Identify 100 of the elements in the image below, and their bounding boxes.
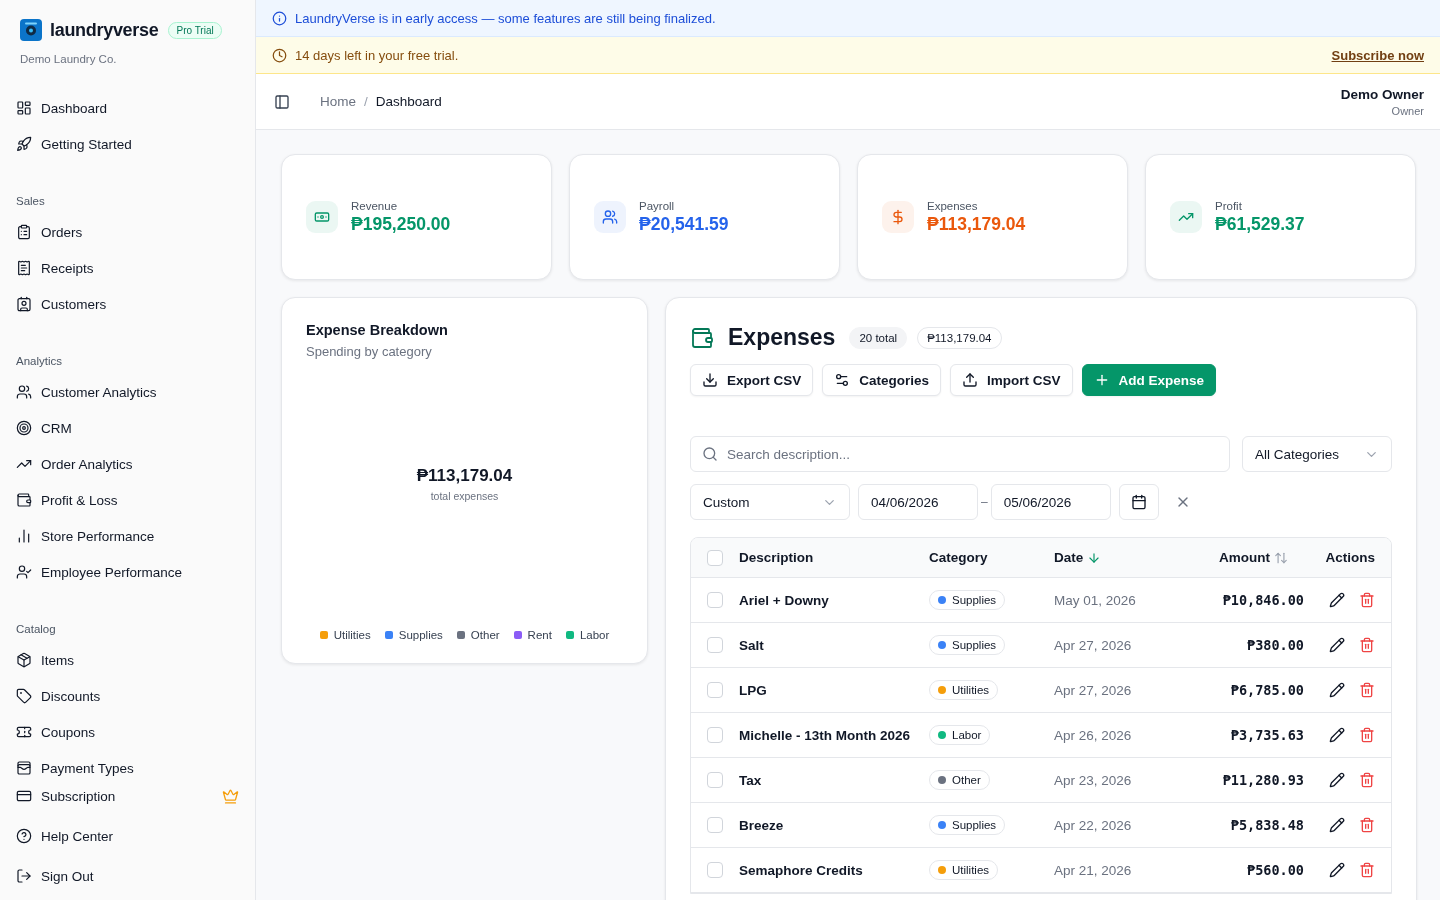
breadcrumb-link[interactable]: Home — [320, 94, 356, 109]
trash-icon — [1359, 772, 1375, 788]
download-icon — [702, 372, 718, 388]
checkbox[interactable] — [707, 549, 723, 566]
tag-icon — [16, 688, 32, 704]
pencil-icon — [1329, 727, 1345, 743]
card-icon — [16, 788, 32, 804]
date-field[interactable]: 05/06/2026 — [990, 484, 1111, 520]
nav-item[interactable]: Receipts — [0, 250, 255, 286]
delete-button[interactable] — [1359, 637, 1375, 653]
add-expense-button[interactable]: Add Expense — [1081, 364, 1217, 396]
table-cell-text: ₱380.00 — [1246, 637, 1304, 653]
stat-value: ₱61,529.37 — [1215, 213, 1305, 235]
column-header[interactable]: Category — [929, 550, 988, 565]
table-cell-text: ₱560.00 — [1246, 862, 1304, 878]
nav-item[interactable]: Profit & Loss — [0, 482, 255, 518]
table-cell-text: Tax — [739, 772, 763, 788]
edit-button[interactable] — [1329, 772, 1345, 788]
import-button[interactable]: Import CSV — [950, 364, 1073, 396]
date-separator: – — [981, 495, 988, 509]
delete-button[interactable] — [1359, 817, 1375, 833]
stat-label: Revenue — [351, 199, 399, 212]
table-cell-text: ₱11,280.93 — [1221, 772, 1304, 788]
nav-item[interactable]: Employee Performance — [0, 554, 255, 590]
table-cell-text: May 01, 2026 — [1054, 592, 1137, 608]
trash-icon — [1359, 592, 1375, 608]
edit-button[interactable] — [1329, 817, 1345, 833]
nav-item[interactable]: Customer Analytics — [0, 374, 255, 410]
table-cell-text: Ariel + Downy — [739, 592, 830, 608]
checkbox[interactable] — [707, 772, 723, 788]
checkbox[interactable] — [707, 817, 723, 833]
section-label: Analytics — [15, 354, 64, 369]
delete-button[interactable] — [1359, 862, 1375, 878]
nav-item[interactable]: CRM — [0, 410, 255, 446]
date-field[interactable]: 04/06/2026 — [858, 484, 978, 520]
edit-button[interactable] — [1329, 862, 1345, 878]
checkbox[interactable] — [707, 682, 723, 698]
column-header[interactable]: Description — [739, 550, 814, 565]
column-header[interactable]: Amount — [1219, 550, 1288, 565]
table-cell-text: LPG — [739, 682, 768, 698]
trash-icon — [1359, 862, 1375, 878]
nav-item[interactable]: Dashboard — [0, 90, 255, 126]
nav-item[interactable]: Sign Out — [0, 858, 255, 894]
checkbox[interactable] — [707, 727, 723, 743]
table-cell-text: Salt — [739, 637, 765, 653]
categories-button[interactable]: Categories — [822, 364, 942, 396]
edit-button[interactable] — [1329, 592, 1345, 608]
nav-item[interactable]: Discounts — [0, 678, 255, 714]
sidebar-toggle-button[interactable] — [274, 93, 290, 110]
logo-icon — [20, 19, 42, 41]
column-header[interactable]: Date — [1054, 550, 1102, 565]
checkbox[interactable] — [707, 592, 723, 608]
user-name: Demo Owner — [1340, 86, 1424, 102]
nav-item[interactable]: Order Analytics — [0, 446, 255, 482]
delete-button[interactable] — [1359, 772, 1375, 788]
column-header[interactable]: Actions — [1325, 550, 1375, 565]
nav-item[interactable]: Getting Started — [0, 126, 255, 162]
breadcrumb-link[interactable]: Dashboard — [375, 94, 442, 109]
total-amount: ₱113,179.04 — [416, 466, 513, 486]
delete-button[interactable] — [1359, 727, 1375, 743]
search-field[interactable]: Search description... — [690, 436, 1230, 472]
panel-icon — [274, 93, 290, 110]
edit-button[interactable] — [1329, 727, 1345, 743]
banner-text: 14 days left in your free trial. — [295, 47, 459, 63]
bar-chart-icon — [16, 528, 32, 544]
section-label: Sales — [15, 194, 46, 209]
nav-item[interactable]: Help Center — [0, 818, 255, 854]
stat-value: ₱20,541.59 — [639, 213, 729, 235]
category-select[interactable]: All Categories — [1242, 436, 1392, 472]
card-title: Expenses — [728, 324, 836, 351]
edit-button[interactable] — [1329, 637, 1345, 653]
nav-item[interactable]: Orders — [0, 214, 255, 250]
search-icon — [702, 446, 718, 462]
subscribe-link[interactable]: Subscribe now — [1331, 47, 1424, 63]
delete-button[interactable] — [1359, 592, 1375, 608]
table-cell-text: Apr 21, 2026 — [1054, 862, 1133, 878]
range-select[interactable]: Custom — [690, 484, 850, 520]
card-subtitle: Spending by category — [306, 344, 433, 359]
edit-button[interactable] — [1329, 682, 1345, 698]
clipboard-icon — [16, 224, 32, 240]
checkbox[interactable] — [707, 637, 723, 653]
nav-item[interactable]: Subscription — [0, 778, 255, 814]
package-icon — [16, 652, 32, 668]
nav-item[interactable]: Coupons — [0, 714, 255, 750]
legend-label: Supplies — [398, 629, 443, 641]
table-cell-text: Semaphore Credits — [739, 862, 864, 878]
nav-item[interactable]: Customers — [0, 286, 255, 322]
table-cell-text: Apr 22, 2026 — [1054, 817, 1133, 833]
delete-button[interactable] — [1359, 682, 1375, 698]
nav-item[interactable]: Store Performance — [0, 518, 255, 554]
section-label: Catalog — [15, 622, 57, 637]
rocket-icon — [16, 136, 32, 152]
pencil-icon — [1329, 682, 1345, 698]
calendar-button[interactable] — [1118, 484, 1159, 520]
checkbox[interactable] — [707, 862, 723, 878]
nav-item[interactable]: Payment Types — [0, 750, 255, 778]
export-button[interactable]: Export CSV — [690, 364, 814, 396]
pencil-icon — [1329, 862, 1345, 878]
stat-label: Profit — [1215, 199, 1243, 212]
nav-item[interactable]: Items — [0, 642, 255, 678]
